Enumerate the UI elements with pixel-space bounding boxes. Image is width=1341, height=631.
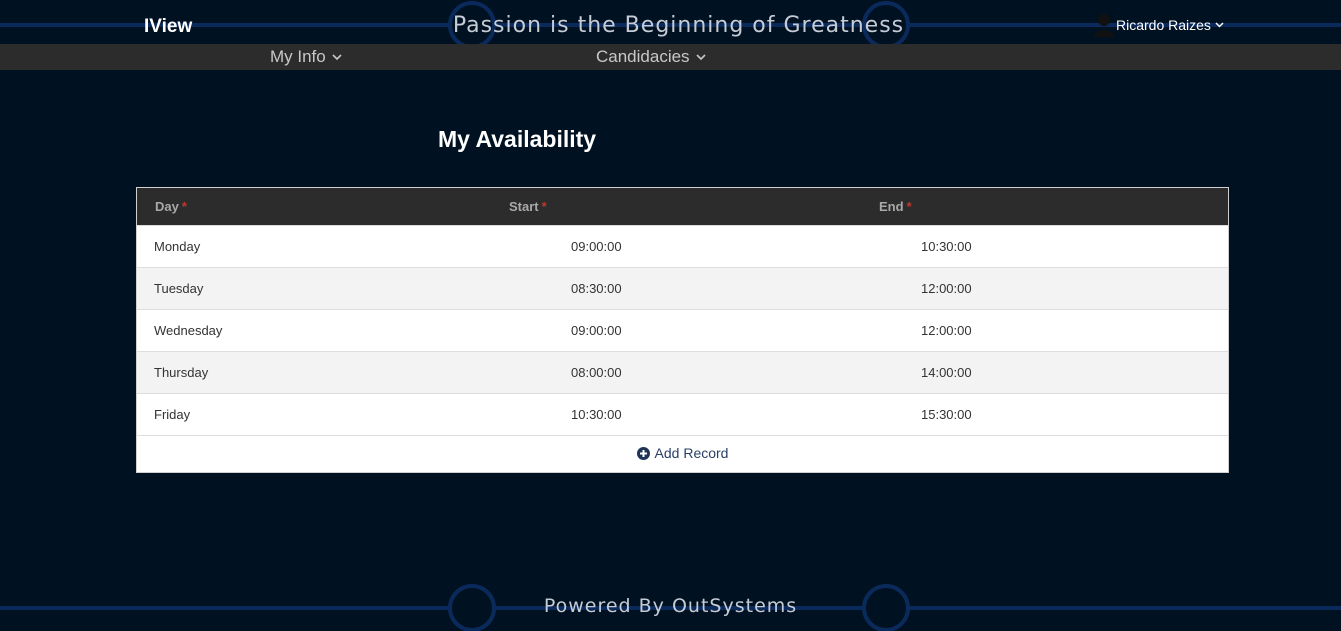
table-row[interactable]: Thursday 08:00:00 14:00:00 [137, 351, 1228, 393]
plus-circle-icon [636, 446, 650, 460]
table-row[interactable]: Tuesday 08:30:00 12:00:00 [137, 267, 1228, 309]
page-title: My Availability [438, 126, 597, 152]
chevron-down-icon [695, 53, 706, 60]
cell-start: 08:00:00 [571, 364, 622, 380]
required-marker: * [181, 198, 187, 214]
main-menu-bar: My Info Candidacies [0, 44, 1341, 70]
cell-end: 15:30:00 [921, 406, 972, 422]
column-header-end[interactable]: End * [879, 188, 1228, 225]
availability-table: Day * Start * End * Monday 09:00:00 10:30:0… [137, 188, 1228, 472]
cell-day: Tuesday [154, 280, 204, 296]
chevron-down-icon [1215, 22, 1224, 28]
table-header-row: Day * Start * End * [137, 188, 1228, 225]
column-header-label: Day [155, 198, 179, 214]
table-footer-cell: Add Record [137, 435, 1228, 472]
cell-end: 10:30:00 [921, 238, 972, 254]
cell-start: 09:00:00 [571, 238, 622, 254]
cell-day: Friday [154, 406, 191, 422]
user-menu[interactable]: Ricardo Raizes [1094, 13, 1224, 37]
column-header-start[interactable]: Start * [509, 188, 879, 225]
cell-day: Monday [154, 238, 201, 254]
cell-day: Thursday [154, 364, 209, 380]
menu-item-label: Candidacies [596, 47, 690, 66]
cell-start: 09:00:00 [571, 322, 622, 338]
chevron-down-icon [332, 53, 342, 60]
menu-item-candidacies[interactable]: Candidacies [596, 44, 706, 70]
cell-end: 12:00:00 [921, 280, 972, 296]
table-row[interactable]: Monday 09:00:00 10:30:00 [137, 225, 1228, 267]
cell-end: 14:00:00 [921, 364, 972, 380]
column-header-day[interactable]: Day * [137, 188, 509, 225]
user-name: Ricardo Raizes [1116, 17, 1211, 33]
availability-table-container: Day * Start * End * Monday 09:00:00 10:30:0… [136, 187, 1229, 473]
table-footer-row: Add Record [137, 435, 1228, 472]
cell-start: 10:30:00 [571, 406, 622, 422]
required-marker: * [906, 198, 912, 214]
add-record-label: Add Record [654, 445, 729, 461]
tagline-text: Passion is the Beginning of Greatness [452, 13, 905, 38]
column-header-label: End [879, 198, 904, 214]
page: IView Passion is the Beginning of Greatn… [0, 0, 1341, 631]
table-row[interactable]: Friday 10:30:00 15:30:00 [137, 393, 1228, 435]
menu-item-my-info[interactable]: My Info [270, 44, 342, 70]
user-silhouette-icon [1094, 14, 1114, 37]
table-row[interactable]: Wednesday 09:00:00 12:00:00 [137, 309, 1228, 351]
cell-start: 08:30:00 [571, 280, 622, 296]
column-header-label: Start [509, 198, 539, 214]
required-marker: * [541, 198, 547, 214]
menu-item-label: My Info [270, 47, 326, 66]
add-record-link[interactable]: Add Record [636, 445, 729, 461]
footer-text: Powered By OutSystems [543, 595, 798, 617]
cell-end: 12:00:00 [921, 322, 972, 338]
cell-day: Wednesday [154, 322, 223, 338]
